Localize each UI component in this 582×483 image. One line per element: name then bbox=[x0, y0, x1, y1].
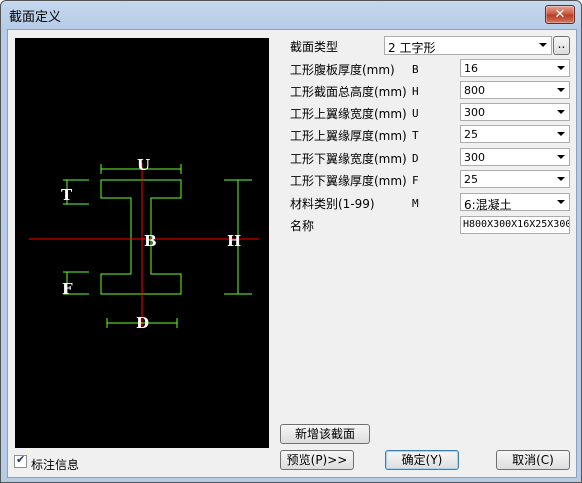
param-u-select[interactable]: 300 bbox=[460, 103, 570, 121]
material-select[interactable]: 6:混凝土 bbox=[460, 193, 570, 212]
label-d: D bbox=[136, 314, 149, 332]
param-label-h: 工形截面总高度(mm) bbox=[290, 85, 407, 99]
ok-button[interactable]: 确定(Y) bbox=[385, 450, 459, 470]
dialog-window: 截面定义 ✕ U T B H F D 截面类型 2 工字形 .. 工形腹板厚度(… bbox=[0, 0, 582, 483]
add-section-button[interactable]: 新增该截面 bbox=[280, 424, 370, 444]
param-value-h: 800 bbox=[464, 84, 485, 97]
param-code-u: U bbox=[412, 107, 419, 120]
i-beam-outline bbox=[100, 179, 182, 295]
checkmark-icon: ✔ bbox=[16, 453, 26, 466]
chevron-down-icon bbox=[557, 88, 565, 92]
param-label-m: 材料类别(1-99) bbox=[290, 197, 375, 211]
label-u: U bbox=[137, 156, 150, 174]
param-h-select[interactable]: 800 bbox=[460, 81, 570, 99]
param-f-select[interactable]: 25 bbox=[460, 170, 570, 188]
dialog-body: U T B H F D 截面类型 2 工字形 .. 工形腹板厚度(mm) B 1… bbox=[7, 29, 577, 478]
param-value-u: 300 bbox=[464, 106, 485, 119]
title-bar[interactable]: 截面定义 ✕ bbox=[1, 1, 581, 29]
param-t-select[interactable]: 25 bbox=[460, 125, 570, 143]
param-code-m: M bbox=[412, 197, 419, 210]
window-title: 截面定义 bbox=[9, 10, 62, 25]
param-code-b: B bbox=[412, 63, 419, 76]
param-label-f: 工形下翼缘厚度(mm) bbox=[290, 174, 407, 188]
param-value-b: 16 bbox=[464, 62, 478, 75]
label-f: F bbox=[62, 280, 73, 298]
param-value-t: 25 bbox=[464, 128, 478, 141]
chevron-down-icon bbox=[557, 177, 565, 181]
param-label-t: 工形上翼缘厚度(mm) bbox=[290, 129, 407, 143]
param-label-b: 工形腹板厚度(mm) bbox=[290, 63, 395, 77]
close-icon: ✕ bbox=[554, 7, 566, 22]
cancel-button[interactable]: 取消(C) bbox=[496, 450, 570, 470]
label-t: T bbox=[61, 186, 73, 204]
chevron-down-icon bbox=[557, 200, 565, 204]
name-label: 名称 bbox=[290, 219, 315, 233]
param-label-d: 工形下翼缘宽度(mm) bbox=[290, 152, 407, 166]
param-value-f: 25 bbox=[464, 173, 478, 186]
label-b: B bbox=[144, 232, 157, 250]
chevron-down-icon bbox=[557, 66, 565, 70]
param-value-m: 6:混凝土 bbox=[464, 198, 512, 212]
preview-button[interactable]: 预览(P)>> bbox=[280, 450, 354, 470]
close-button[interactable]: ✕ bbox=[545, 5, 575, 24]
param-code-f: F bbox=[412, 174, 419, 187]
param-code-t: T bbox=[412, 129, 419, 142]
i-beam-drawing: U T B H F D bbox=[29, 156, 259, 332]
section-type-select[interactable]: 2 工字形 bbox=[384, 36, 552, 55]
chevron-down-icon bbox=[557, 110, 565, 114]
annotate-checkbox[interactable]: ✔ bbox=[14, 453, 27, 468]
annotate-label: 标注信息 bbox=[31, 458, 80, 472]
chevron-down-icon bbox=[539, 43, 547, 47]
chevron-down-icon bbox=[557, 132, 565, 136]
section-type-more-button[interactable]: .. bbox=[553, 36, 570, 55]
param-value-d: 300 bbox=[464, 151, 485, 164]
section-type-label: 截面类型 bbox=[290, 40, 339, 54]
section-preview-canvas: U T B H F D bbox=[15, 38, 269, 448]
param-b-select[interactable]: 16 bbox=[460, 59, 570, 77]
param-code-h: H bbox=[412, 85, 419, 98]
chevron-down-icon bbox=[557, 155, 565, 159]
param-label-u: 工形上翼缘宽度(mm) bbox=[290, 107, 407, 121]
param-d-select[interactable]: 300 bbox=[460, 148, 570, 166]
label-h: H bbox=[227, 232, 241, 250]
param-code-d: D bbox=[412, 152, 419, 165]
section-type-value: 2 工字形 bbox=[388, 41, 436, 55]
name-value: H800X300X16X25X300X25 bbox=[463, 219, 570, 230]
name-input[interactable]: H800X300X16X25X300X25 bbox=[460, 216, 570, 234]
